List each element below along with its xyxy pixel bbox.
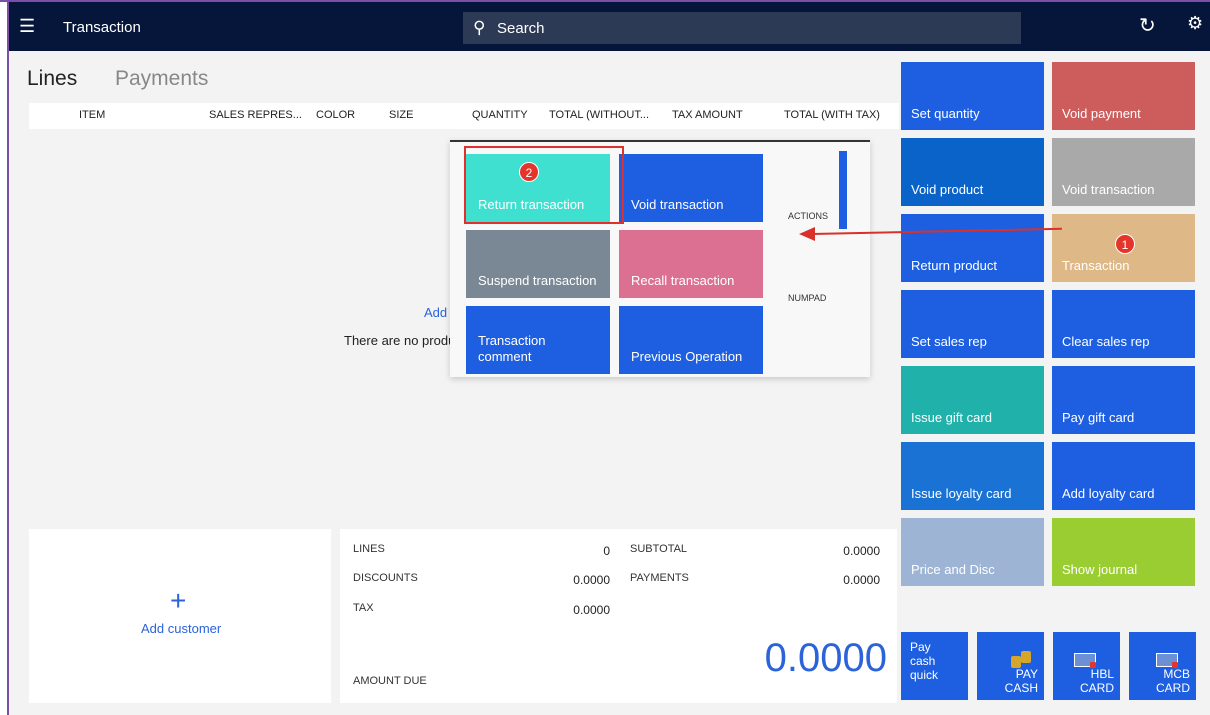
issue-gift-card-button[interactable]: Issue gift card — [901, 366, 1044, 434]
tax-label: TAX — [353, 602, 374, 614]
col-total-without-tax[interactable]: TOTAL (WITHOUT... — [549, 109, 649, 121]
tax-value: 0.0000 — [573, 603, 610, 617]
main-area: Lines Payments ITEM SALES REPRES... COLO… — [9, 51, 1210, 715]
add-customer-label[interactable]: Add customer — [141, 621, 221, 636]
totals-panel: LINES 0 DISCOUNTS 0.0000 TAX 0.0000 SUBT… — [340, 529, 897, 703]
tile-label: Set quantity — [911, 106, 980, 121]
coins-icon-2 — [1021, 651, 1031, 663]
void-transaction-button[interactable]: Void transaction — [1052, 138, 1195, 206]
tab-lines[interactable]: Lines — [27, 67, 77, 91]
pay-cash-quick-button[interactable]: Pay cash quick — [901, 632, 968, 700]
tile-label: Show journal — [1062, 562, 1138, 577]
mcb-card-button[interactable]: MCB CARD — [1129, 632, 1196, 700]
payments-label: PAYMENTS — [630, 572, 689, 584]
tab-payments[interactable]: Payments — [115, 67, 208, 91]
search-box[interactable]: ⚲ Search — [463, 12, 1021, 44]
tile-label: Transaction comment — [478, 333, 546, 364]
payments-value: 0.0000 — [843, 573, 880, 587]
void-transaction-submenu-button[interactable]: Void transaction — [619, 154, 763, 222]
page-title: Transaction — [63, 19, 141, 36]
set-sales-rep-button[interactable]: Set sales rep — [901, 290, 1044, 358]
discounts-value: 0.0000 — [573, 573, 610, 587]
actions-label[interactable]: ACTIONS — [788, 211, 828, 221]
set-quantity-button[interactable]: Set quantity — [901, 62, 1044, 130]
search-placeholder: Search — [497, 20, 545, 37]
suspend-transaction-button[interactable]: Suspend transaction — [466, 230, 610, 298]
amount-due-label: AMOUNT DUE — [353, 675, 427, 687]
previous-operation-button[interactable]: Previous Operation — [619, 306, 763, 374]
tile-label: Issue loyalty card — [911, 486, 1012, 501]
tile-label: Add loyalty card — [1062, 486, 1155, 501]
add-product-link[interactable]: Add — [424, 305, 447, 320]
empty-lines-message: There are no products — [344, 333, 454, 348]
amount-due-value: 0.0000 — [764, 636, 887, 680]
subtotal-label: SUBTOTAL — [630, 543, 688, 555]
tile-label: PAY CASH — [1004, 667, 1038, 695]
col-tax-amount[interactable]: TAX AMOUNT — [672, 109, 743, 121]
lines-label: LINES — [353, 543, 385, 555]
recall-transaction-button[interactable]: Recall transaction — [619, 230, 763, 298]
col-size[interactable]: SIZE — [389, 109, 413, 121]
annotation-arrow-head — [799, 227, 815, 241]
col-color[interactable]: COLOR — [316, 109, 355, 121]
tile-label: Void transaction — [631, 197, 724, 212]
lines-value: 0 — [603, 544, 610, 558]
tile-label: Issue gift card — [911, 410, 992, 425]
show-journal-button[interactable]: Show journal — [1052, 518, 1195, 586]
void-product-button[interactable]: Void product — [901, 138, 1044, 206]
pay-cash-button[interactable]: PAY CASH — [977, 632, 1044, 700]
issue-loyalty-card-button[interactable]: Issue loyalty card — [901, 442, 1044, 510]
hbl-card-button[interactable]: HBL CARD — [1053, 632, 1120, 700]
tile-label: Pay gift card — [1062, 410, 1135, 425]
step-badge-2: 2 — [519, 162, 539, 182]
col-quantity[interactable]: QUANTITY — [472, 109, 528, 121]
return-product-button[interactable]: Return product — [901, 214, 1044, 282]
col-item[interactable]: ITEM — [79, 109, 105, 121]
discounts-label: DISCOUNTS — [353, 572, 418, 584]
gear-icon[interactable]: ⚙ — [1187, 13, 1203, 34]
tile-label: Void transaction — [1062, 182, 1155, 197]
tile-label: Pay cash quick — [910, 640, 939, 682]
hamburger-menu-icon[interactable]: ☰ — [19, 16, 35, 37]
tile-label: MCB CARD — [1155, 667, 1190, 695]
pay-gift-card-button[interactable]: Pay gift card — [1052, 366, 1195, 434]
tile-label: Void payment — [1062, 106, 1141, 121]
tile-label: Clear sales rep — [1062, 334, 1150, 349]
actions-scroll-indicator — [839, 151, 847, 229]
col-sales-rep[interactable]: SALES REPRES... — [209, 109, 302, 121]
add-customer-plus-icon[interactable]: + — [170, 585, 186, 617]
tile-label: HBL CARD — [1079, 667, 1114, 695]
transaction-comment-button[interactable]: Transaction comment — [466, 306, 610, 374]
tile-label: Previous Operation — [631, 349, 743, 364]
highlight-box — [464, 146, 624, 224]
search-icon: ⚲ — [473, 18, 486, 37]
col-total-with-tax[interactable]: TOTAL (WITH TAX) — [784, 109, 880, 121]
void-payment-button[interactable]: Void payment — [1052, 62, 1195, 130]
lines-table-header: ITEM SALES REPRES... COLOR SIZE QUANTITY… — [29, 103, 899, 129]
refresh-icon[interactable]: ↻ — [1139, 13, 1156, 38]
tile-label: Return product — [911, 258, 997, 273]
price-and-disc-button[interactable]: Price and Disc — [901, 518, 1044, 586]
top-bar: ☰ Transaction ⚲ Search ↻ ⚙ — [9, 2, 1210, 51]
tile-label: Transaction — [1062, 258, 1130, 273]
tile-label: Suspend transaction — [478, 273, 597, 288]
tile-label: Void product — [911, 182, 984, 197]
tile-label: Price and Disc — [911, 562, 995, 577]
step-badge-1: 1 — [1115, 234, 1135, 254]
numpad-label[interactable]: NUMPAD — [788, 293, 826, 303]
tile-label: Set sales rep — [911, 334, 987, 349]
customer-panel[interactable]: + Add customer — [29, 529, 331, 703]
subtotal-value: 0.0000 — [843, 544, 880, 558]
add-loyalty-card-button[interactable]: Add loyalty card — [1052, 442, 1195, 510]
clear-sales-rep-button[interactable]: Clear sales rep — [1052, 290, 1195, 358]
tile-label: Recall transaction — [631, 273, 735, 288]
